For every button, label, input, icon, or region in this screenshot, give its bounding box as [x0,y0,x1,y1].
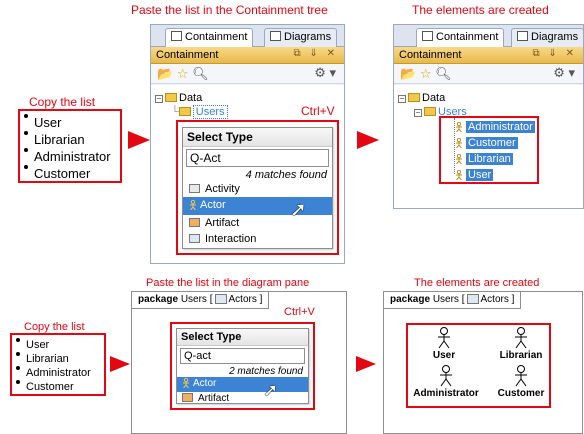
match-count: 2 matches found [229,366,303,377]
actor-icon [515,327,527,349]
diagram-icon [270,31,281,41]
tab-diagrams[interactable]: Diagrams [511,28,584,47]
actor-shape-librarian[interactable]: Librarian [496,327,546,361]
panel-toolbar: 📂 ☆ 🔍︎ ⚙ ▾ [151,64,344,84]
popup-title: Select Type [183,128,332,147]
created-items-highlight: Administrator Customer Librarian User [439,116,539,184]
list-item: Librarian [24,131,116,148]
tree-icon [422,31,433,41]
artifact-icon [182,393,193,402]
actor-icon [182,377,190,391]
artifact-icon [189,218,200,227]
list-item: Customer [24,165,116,182]
bottom-copy-caption: Copy the list [24,321,85,333]
panel-title-bar: Containment ⧉ ⇓ ✕ [151,47,344,64]
actor-shape-customer[interactable]: Customer [494,365,548,399]
activity-icon [189,184,200,193]
search-icon[interactable]: 🔍︎ [192,66,209,81]
diagram-icon [517,31,528,41]
actor-icon [438,327,450,349]
list-item: Librarian [16,352,100,366]
tree-icon [171,31,182,41]
actor-icon [515,365,527,387]
popup-title: Select Type [177,329,308,346]
arrow-right-icon [357,131,379,149]
tree-node-users[interactable]: └ Users [171,105,228,119]
search-icon[interactable]: 🔍︎ [435,66,452,81]
open-folder-icon[interactable]: 📂 [400,66,416,81]
select-type-popup: Select Type Q-act 2 matches found Actor … [176,328,309,404]
tree-node-actor[interactable]: User [455,169,494,183]
tree-node-actor[interactable]: Administrator [455,121,535,135]
list-item: User [16,338,100,352]
interaction-icon [189,234,200,243]
package-icon [165,93,177,102]
bottom-right-caption: The elements are created [414,277,540,289]
diagram-tab[interactable]: package Users [Actors ] [384,292,522,309]
actor-icon [440,365,452,387]
panel-window-icons[interactable]: ⧉ ⇓ ✕ [294,48,338,59]
tab-diagrams[interactable]: Diagrams [264,28,338,47]
folder-icon [178,107,191,116]
bottom-ctrlv-label: Ctrl+V [284,306,315,318]
top-right-caption: The elements are created [412,3,549,17]
bottom-left-caption: Paste the list in the diagram pane [146,277,310,289]
gear-icon[interactable]: ⚙ ▾ [314,65,336,81]
star-icon[interactable]: ☆ [177,66,189,81]
top-source-list: User Librarian Administrator Customer [18,109,122,183]
panel-toolbar: 📂 ☆ 🔍︎ ⚙ ▾ [394,64,583,84]
panel-window-icons[interactable]: ⧉ ⇓ ✕ [533,48,577,59]
list-item: Customer [16,380,100,394]
actor-icon [455,121,463,135]
tree-node-actor[interactable]: Librarian [455,153,513,167]
type-search-input[interactable]: Q-Act [186,149,329,167]
gear-icon[interactable]: ⚙ ▾ [553,65,575,81]
list-item: User [24,114,116,131]
arrow-right-icon [356,356,376,372]
match-count: 4 matches found [245,169,327,181]
folder-icon [424,107,436,116]
popup-item-artifact[interactable]: Artifact [177,392,308,405]
actor-icon [455,169,463,183]
type-search-input[interactable]: Q-act [180,348,305,364]
mouse-cursor-icon: ➚ [263,380,279,400]
top-copy-caption: Copy the list [29,95,96,109]
arrow-right-icon [128,131,150,149]
tree-node-data[interactable]: − Data [155,92,202,104]
diagram-icon [466,294,479,304]
package-icon [408,93,420,102]
list-item: Administrator [16,366,100,380]
diagram-icon [214,294,227,304]
tree-node-data[interactable]: − Data [398,92,445,104]
popup-item-interaction[interactable]: Interaction [183,231,332,247]
actor-shape-administrator[interactable]: Administrator [413,365,479,399]
popup-item-artifact[interactable]: Artifact [183,215,332,231]
actor-icon [189,199,197,213]
select-type-popup: Select Type Q-Act 4 matches found Activi… [182,127,333,249]
mouse-cursor-icon: ➚ [290,199,307,221]
popup-item-actor[interactable]: Actor [177,377,308,392]
star-icon[interactable]: ☆ [420,66,432,81]
popup-item-activity[interactable]: Activity [183,181,332,197]
top-ctrlv-label: Ctrl+V [301,104,335,118]
tree-node-actor[interactable]: Customer [455,137,518,151]
tab-containment[interactable]: Containment [416,28,505,48]
open-folder-icon[interactable]: 📂 [157,66,173,81]
arrow-right-icon [110,356,130,372]
list-item: Administrator [24,148,116,165]
popup-item-actor[interactable]: Actor [183,197,332,215]
actor-shape-user[interactable]: User [419,327,469,361]
diagram-tab[interactable]: package Users [Actors ] [132,292,270,309]
top-left-caption: Paste the list in the Containment tree [131,3,328,17]
bottom-source-list: User Librarian Administrator Customer [10,333,106,396]
tab-containment[interactable]: Containment [165,28,254,48]
actor-icon [455,153,463,167]
panel-title-bar: Containment ⧉ ⇓ ✕ [394,47,583,64]
actor-icon [455,137,463,151]
